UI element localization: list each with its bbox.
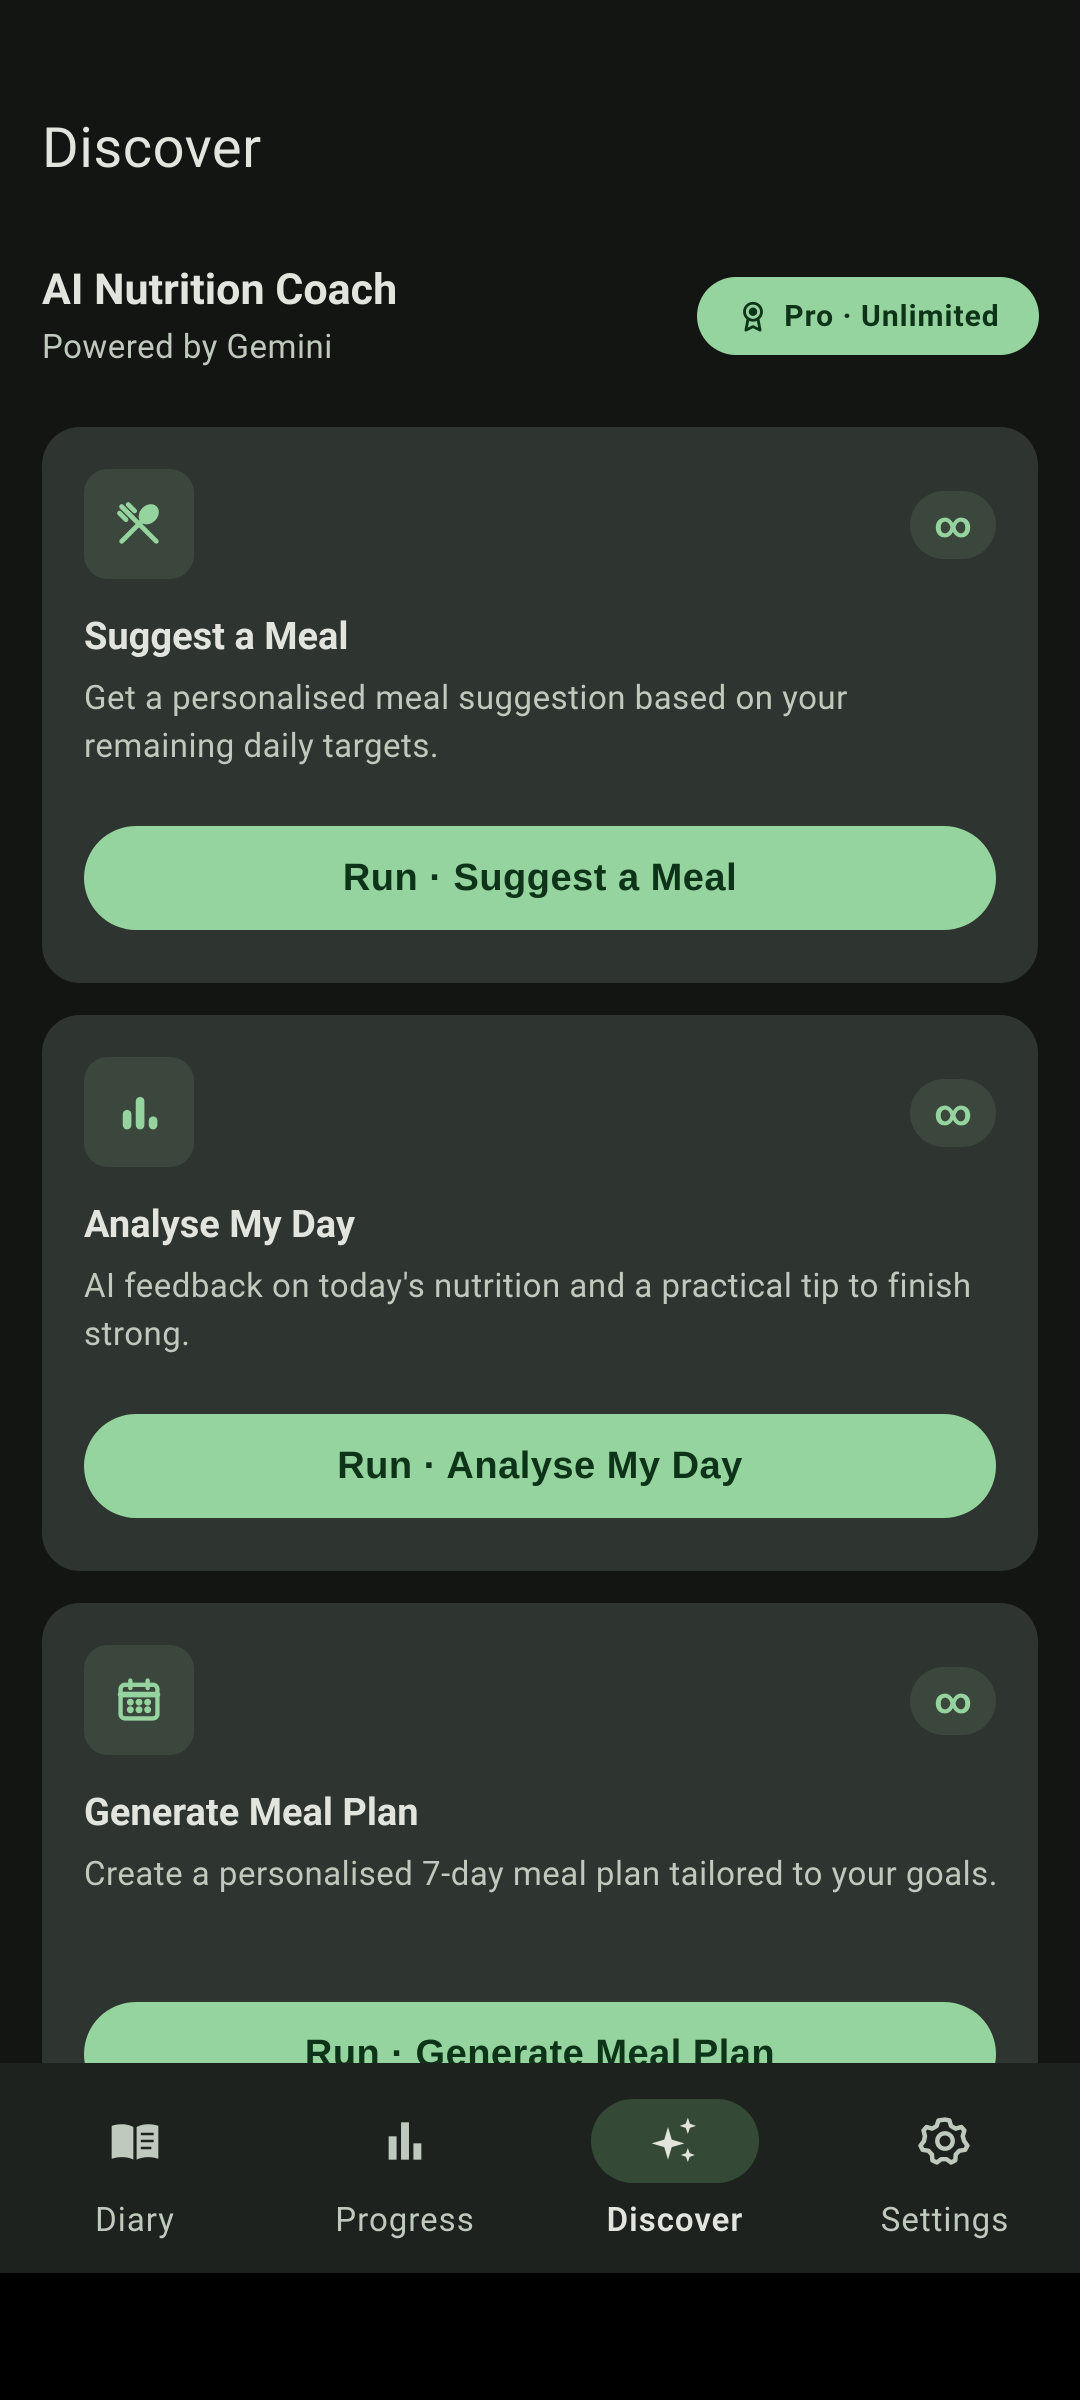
pro-badge-label: Pro · Unlimited: [784, 298, 1000, 334]
card-description: Get a personalised meal suggestion based…: [84, 679, 848, 766]
gear-icon: [918, 2117, 970, 2165]
feature-card-suggest-meal: ∞ Suggest a Meal Get a personalised meal…: [42, 427, 1038, 983]
book-icon: [111, 2124, 159, 2160]
card-title: Suggest a Meal: [84, 615, 349, 659]
sparkles-icon: [651, 2117, 696, 2162]
fork-spoon-icon: [117, 502, 159, 544]
bar-chart-icon: [122, 1096, 158, 1130]
run-analyse-day-button[interactable]: Run · Analyse My Day: [84, 1414, 996, 1518]
award-ribbon-icon: [743, 301, 764, 332]
nav-label: Discover: [606, 2201, 744, 2240]
card-icon-container: [84, 1645, 194, 1755]
nav-item-diary[interactable]: Diary: [0, 2063, 270, 2273]
system-gesture-area: [0, 2273, 1080, 2400]
page-title: Discover: [42, 115, 262, 181]
pro-badge: Pro · Unlimited: [697, 277, 1039, 355]
calendar-icon: [117, 1678, 161, 1721]
nav-icon-container: [51, 2099, 219, 2183]
nav-label: Settings: [880, 2201, 1010, 2240]
usage-unlimited-chip: ∞: [910, 491, 996, 559]
usage-unlimited-chip: ∞: [910, 1667, 996, 1735]
card-description: Create a personalised 7-day meal plan ta…: [84, 1855, 998, 1894]
bar-chart-icon: [388, 2122, 422, 2160]
card-description: AI feedback on today's nutrition and a p…: [84, 1267, 972, 1354]
feature-card-analyse-day: ∞ Analyse My Day AI feedback on today's …: [42, 1015, 1038, 1571]
app-root: Discover AI Nutrition Coach Powered by G…: [0, 0, 1080, 2400]
card-icon-container: [84, 469, 194, 579]
usage-unlimited-chip: ∞: [910, 1079, 996, 1147]
nav-icon-container: [591, 2099, 759, 2183]
nav-label: Diary: [95, 2201, 175, 2240]
bottom-navigation: Diary Progress Discover Settings: [0, 2063, 1080, 2273]
nav-label: Progress: [335, 2201, 475, 2240]
feature-card-meal-plan: ∞ Generate Meal Plan Create a personalis…: [42, 1603, 1038, 2063]
section-subtitle: Powered by Gemini: [42, 328, 333, 367]
card-title: Generate Meal Plan: [84, 1791, 419, 1835]
nav-item-discover[interactable]: Discover: [540, 2063, 810, 2273]
run-generate-meal-plan-button[interactable]: Run · Generate Meal Plan: [84, 2002, 996, 2063]
status-bar: [0, 0, 1080, 90]
section-title: AI Nutrition Coach: [42, 265, 398, 315]
card-icon-container: [84, 1057, 194, 1167]
run-suggest-meal-button[interactable]: Run · Suggest a Meal: [84, 826, 996, 930]
nav-icon-container: [321, 2099, 489, 2183]
nav-item-progress[interactable]: Progress: [270, 2063, 540, 2273]
nav-item-settings[interactable]: Settings: [810, 2063, 1080, 2273]
card-title: Analyse My Day: [84, 1203, 355, 1247]
feature-card-list[interactable]: ∞ Suggest a Meal Get a personalised meal…: [0, 390, 1080, 2063]
nav-icon-container: [861, 2099, 1029, 2183]
